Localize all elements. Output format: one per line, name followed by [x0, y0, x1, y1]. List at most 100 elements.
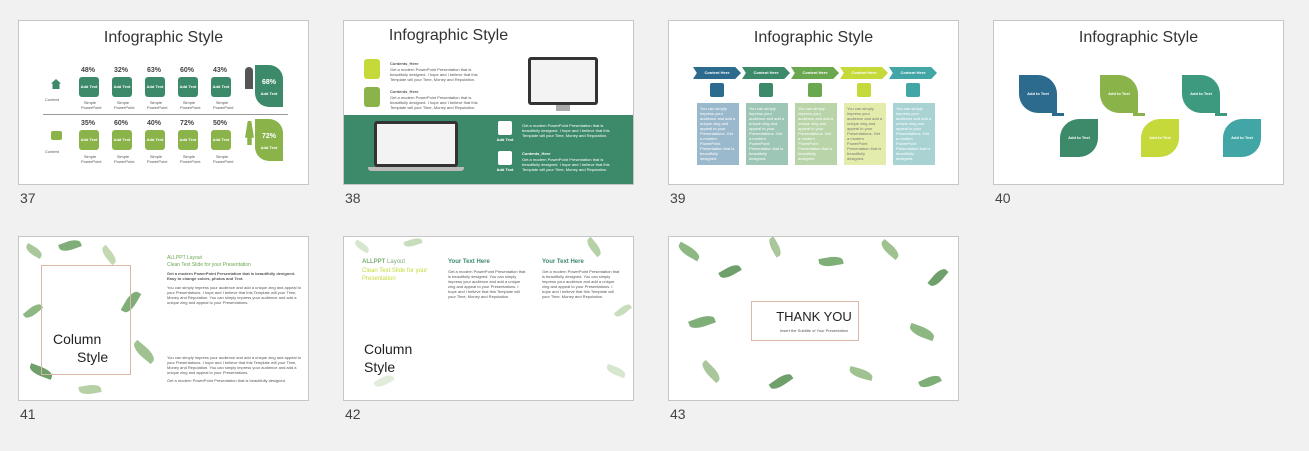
big-label: Add Text: [260, 91, 278, 96]
monitor-icon: [528, 57, 598, 105]
add-text-badge: Add Text: [145, 130, 165, 150]
slide-number: 40: [995, 190, 1011, 206]
leaf-box: Add to Text: [1182, 75, 1220, 113]
caption: Simple PowerPoint: [114, 100, 135, 110]
leaf-box: Add to Text: [1019, 75, 1057, 113]
add-text-badge: Add Text: [112, 130, 132, 150]
item-body: Get a modern PowerPoint Presentation tha…: [390, 67, 478, 82]
leaf-decoration: [58, 237, 82, 254]
percent: 48%: [80, 67, 95, 74]
slide-title: Infographic Style: [753, 29, 874, 46]
leaf-decoration: [699, 359, 723, 384]
leaf-decoration: [24, 243, 44, 259]
content-card: You can simply impress your audience and…: [697, 103, 739, 165]
slide-number: 37: [20, 190, 36, 206]
caption: Simple PowerPoint: [147, 154, 168, 164]
arrow-step: Content Here: [742, 67, 790, 79]
leaf-decoration: [918, 372, 942, 391]
leaf-decoration: [373, 372, 395, 390]
band-title: Contents_Here: [522, 151, 551, 156]
caption: Simple PowerPoint: [114, 154, 135, 164]
arrow-icon: [364, 87, 380, 107]
leaf-decoration: [768, 370, 794, 393]
percent: 40%: [146, 120, 161, 127]
layout-title: ALLPPT Layout: [362, 259, 405, 265]
item-title: Contents_Here: [390, 89, 419, 94]
briefcase-icon: [51, 131, 62, 140]
add-text-badge: Add Text: [211, 77, 231, 97]
percent: 43%: [212, 67, 227, 74]
layout-brand: ALLPPT: [362, 259, 386, 265]
connector: [1133, 113, 1145, 116]
row-label: Content: [45, 149, 60, 154]
caption: Simple PowerPoint: [81, 100, 102, 110]
percent: 32%: [113, 67, 128, 74]
leaf-box: Add to Text: [1060, 119, 1098, 157]
add-text-badge: Add Text: [211, 130, 231, 150]
percent: 72%: [179, 120, 194, 127]
foot-text: Get a modern PowerPoint Presentation tha…: [167, 378, 286, 383]
slide-title: Infographic Style: [388, 27, 509, 44]
percent: 60%: [113, 120, 128, 127]
leaf-decoration: [78, 383, 102, 396]
leaf-box: Add to Text: [1223, 119, 1261, 157]
icon-label: Add Text: [496, 137, 514, 142]
clock-icon: [759, 83, 773, 97]
content-card: You can simply impress your audience and…: [746, 103, 788, 165]
layout-title: ALLPPT Layout: [167, 255, 202, 261]
thank-you-title: THANK YOU: [776, 309, 852, 324]
leaf-decoration: [878, 238, 902, 261]
column-heading: Your Text Here: [448, 259, 490, 265]
layout-subtitle: Clean Text Slide for your Presentation: [167, 262, 251, 268]
column-title: Column: [53, 331, 102, 347]
content-card: You can simply impress your audience and…: [893, 103, 935, 165]
big-percent: 72%: [261, 133, 276, 140]
arrow-step: Content Here: [693, 67, 741, 79]
item-body: Get a modern PowerPoint Presentation tha…: [390, 95, 478, 110]
document-icon: [857, 83, 871, 97]
band-body: Get a modern PowerPoint Presentation tha…: [522, 157, 610, 172]
column-title-2: Style: [77, 349, 109, 365]
leaf-decoration: [403, 237, 423, 249]
laptop-icon: [374, 121, 458, 167]
layout-word: Layout: [387, 259, 406, 265]
column-body: Get a modern PowerPoint Presentation tha…: [542, 269, 620, 299]
slide-canvas: Infographic Style Content Here Content H…: [668, 20, 959, 185]
leaf-decoration: [676, 241, 702, 262]
item-title: Contents_Here: [390, 61, 419, 66]
slide-number: 38: [345, 190, 361, 206]
column-title: Column: [364, 341, 413, 357]
add-text-badge: Add Text: [178, 77, 198, 97]
column-title-2: Style: [364, 359, 396, 375]
column-heading: Your Text Here: [542, 259, 584, 265]
big-stat-badge: [255, 119, 283, 161]
arrow-step: Content Here: [791, 67, 839, 79]
slide-title: Infographic Style: [1078, 29, 1199, 46]
leaf-decoration: [688, 312, 716, 332]
leaf-decoration: [848, 366, 874, 381]
content-card: You can simply impress your audience and…: [795, 103, 837, 165]
add-text-badge: Add Text: [145, 77, 165, 97]
microscope-icon: [498, 121, 512, 135]
leaf-decoration: [99, 244, 119, 266]
row-label: Content: [45, 97, 60, 102]
percent: 50%: [212, 120, 227, 127]
percent: 63%: [146, 67, 161, 74]
connector: [1052, 113, 1064, 116]
monitor-stand: [556, 105, 570, 111]
body-text: You can simply impress your audience and…: [167, 285, 301, 305]
lock-icon: [498, 151, 512, 165]
add-text-badge: Add Text: [79, 77, 99, 97]
slide-canvas: Infographic Style Contents_Here Get a mo…: [343, 20, 634, 185]
slide-canvas: Column Style ALLPPT Layout Clean Text Sl…: [18, 236, 309, 401]
lightbulb-icon: [364, 59, 380, 79]
slide-number: 39: [670, 190, 686, 206]
slide-title: Infographic Style: [103, 29, 224, 46]
add-text-badge: Add Text: [112, 77, 132, 97]
leaf-decoration: [908, 322, 936, 342]
arrow-step: Content Here: [889, 67, 937, 79]
column-body: Get a modern PowerPoint Presentation tha…: [448, 269, 526, 299]
big-stat-badge: [255, 65, 283, 107]
thank-you-subtitle: Insert the Subtitle of Your Presentation: [779, 328, 849, 333]
content-card: You can simply impress your audience and…: [844, 103, 886, 165]
